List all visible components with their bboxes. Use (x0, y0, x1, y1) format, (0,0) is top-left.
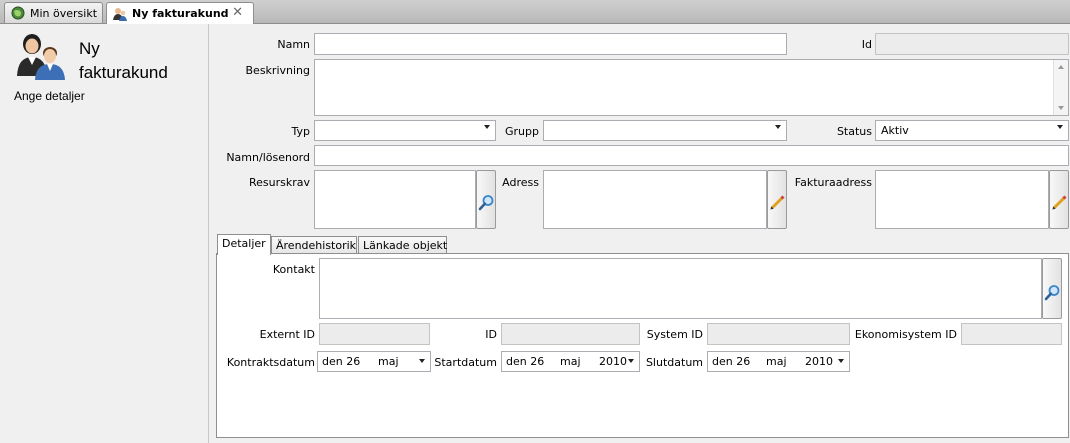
resurskrav-label: Resurskrav (248, 176, 310, 189)
startdatum-picker[interactable]: den 26 maj 2010 (501, 351, 640, 372)
page-title: Ny fakturakund (79, 39, 168, 82)
close-tab-icon[interactable]: ✕ (232, 5, 243, 20)
kontraktsdatum-label: Kontraktsdatum (226, 356, 315, 369)
id-field (875, 33, 1069, 55)
adress-edit-button[interactable] (767, 170, 787, 229)
tab-ny-fakturakund[interactable]: Ny fakturakund ✕ (106, 2, 254, 24)
grupp-select[interactable] (543, 120, 787, 141)
customer-avatar-icon (17, 34, 65, 80)
adress-label: Adress (502, 176, 539, 189)
fakturaadress-field[interactable] (875, 170, 1049, 229)
pencil-icon (770, 195, 785, 210)
scroll-down-icon[interactable] (1058, 106, 1064, 110)
beskrivning-label: Beskrivning (245, 64, 311, 77)
status-select[interactable]: Aktiv (875, 120, 1069, 141)
date-year: 2010 (599, 355, 627, 368)
chevron-down-icon[interactable] (628, 359, 634, 363)
chevron-down-icon (484, 125, 490, 129)
chevron-down-icon (775, 125, 781, 129)
customer-icon (113, 7, 127, 21)
slutdatum-label: Slutdatum (645, 356, 703, 369)
id-label: Id (861, 38, 872, 51)
kontakt-label: Kontakt (272, 263, 315, 276)
typ-select[interactable] (314, 120, 496, 141)
subtab-detaljer[interactable]: Detaljer (217, 234, 271, 255)
search-icon (478, 195, 494, 211)
scroll-up-icon[interactable] (1058, 65, 1064, 69)
chevron-down-icon[interactable] (838, 359, 844, 363)
slutdatum-picker[interactable]: den 26 maj 2010 (707, 351, 850, 372)
namn-label: Namn (277, 38, 310, 51)
document-tab-bar: Min översikt Ny fakturakund ✕ (0, 0, 1070, 24)
date-year: 2010 (805, 355, 833, 368)
date-day: den 26 (322, 355, 361, 368)
namn-losenord-input[interactable] (314, 145, 1069, 166)
fakturaadress-label: Fakturaadress (794, 176, 872, 189)
detail-id-field (501, 323, 640, 345)
chevron-down-icon[interactable] (419, 359, 425, 363)
kontakt-field[interactable] (319, 258, 1042, 319)
externt-id-label: Externt ID (259, 328, 315, 341)
beskrivning-scrollbar[interactable] (1053, 60, 1068, 115)
date-month: maj (560, 355, 581, 368)
globe-icon (11, 6, 25, 20)
resurskrav-field[interactable] (314, 170, 476, 229)
pencil-icon (1052, 195, 1067, 210)
page-subtitle: Ange detaljer (14, 89, 85, 103)
chevron-down-icon (1057, 125, 1063, 129)
namn-input[interactable] (314, 33, 787, 55)
typ-label: Typ (291, 125, 311, 138)
adress-field[interactable] (543, 170, 767, 229)
status-label: Status (836, 125, 872, 138)
search-icon (1044, 285, 1060, 301)
date-day: den 26 (506, 355, 545, 368)
beskrivning-textarea[interactable] (314, 59, 1069, 116)
tab-label: Min översikt (30, 6, 98, 20)
detail-id-label: ID (485, 328, 497, 341)
kontraktsdatum-picker[interactable]: den 26 maj (317, 351, 431, 372)
system-id-field (707, 323, 850, 345)
ekonomisystem-id-field (961, 323, 1062, 345)
namn-losenord-label: Namn/lösenord (226, 151, 310, 164)
side-panel (0, 24, 209, 443)
externt-id-field (319, 323, 430, 345)
tab-label: Ny fakturakund (132, 7, 229, 20)
startdatum-label: Startdatum (434, 356, 497, 369)
grupp-label: Grupp (505, 125, 539, 138)
date-month: maj (766, 355, 787, 368)
system-id-label: System ID (646, 328, 703, 341)
kontakt-search-button[interactable] (1042, 258, 1062, 319)
tab-min-oversikt[interactable]: Min översikt (4, 2, 103, 23)
fakturaadress-edit-button[interactable] (1049, 170, 1069, 229)
date-day: den 26 (712, 355, 751, 368)
ekonomisystem-id-label: Ekonomisystem ID (854, 328, 957, 341)
resurskrav-search-button[interactable] (476, 170, 496, 229)
date-month: maj (378, 355, 399, 368)
